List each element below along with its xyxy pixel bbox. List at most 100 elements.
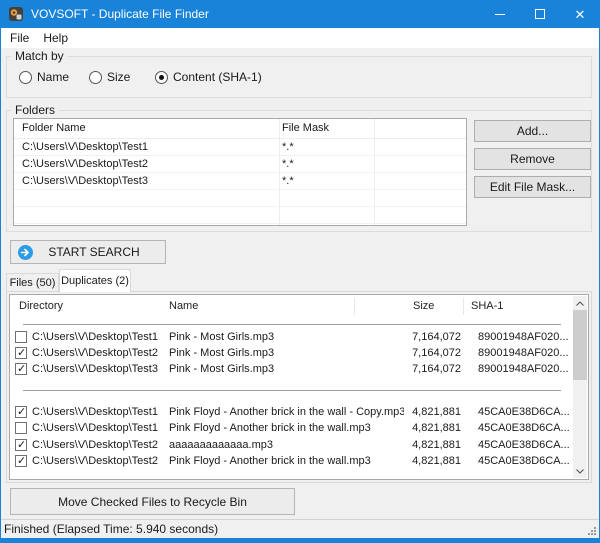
cell-directory: C:\Users\V\Desktop\Test3 xyxy=(32,363,158,375)
duplicate-row[interactable]: C:\Users\V\Desktop\Test1 Pink Floyd - An… xyxy=(10,405,574,421)
cell-size: 4,821,881 xyxy=(365,455,461,467)
vertical-scrollbar[interactable] xyxy=(573,296,587,478)
cell-name: Pink - Most Girls.mp3 xyxy=(169,363,274,375)
menu-file[interactable]: File xyxy=(3,28,36,48)
duplicates-panel: Directory Name Size SHA-1 C:\Users\V\Des… xyxy=(6,291,592,483)
duplicate-row[interactable]: C:\Users\V\Desktop\Test2 aaaaaaaaaaaaa.m… xyxy=(10,438,574,454)
minimize-button[interactable] xyxy=(480,0,520,28)
scroll-up-icon[interactable] xyxy=(573,296,587,310)
cell-directory: C:\Users\V\Desktop\Test2 xyxy=(32,347,158,359)
radio-size-label: Size xyxy=(107,70,130,84)
cell-size: 4,821,881 xyxy=(365,406,461,418)
scroll-down-icon[interactable] xyxy=(573,464,587,478)
maximize-button[interactable] xyxy=(520,0,560,28)
cell-directory: C:\Users\V\Desktop\Test2 xyxy=(32,439,158,451)
remove-folder-button[interactable]: Remove xyxy=(474,148,591,170)
duplicate-row[interactable]: C:\Users\V\Desktop\Test1 Pink Floyd - An… xyxy=(10,421,574,437)
menu-help[interactable]: Help xyxy=(36,28,75,48)
edit-file-mask-button[interactable]: Edit File Mask... xyxy=(474,176,591,198)
cell-directory: C:\Users\V\Desktop\Test1 xyxy=(32,406,158,418)
cell-directory: C:\Users\V\Desktop\Test1 xyxy=(32,422,158,434)
cell-sha1: 89001948AF020... xyxy=(478,347,569,359)
close-icon: ✕ xyxy=(575,8,586,21)
row-checkbox[interactable] xyxy=(15,331,27,343)
cell-sha1: 89001948AF020... xyxy=(478,331,569,343)
cell-size: 7,164,072 xyxy=(365,331,461,343)
app-icon xyxy=(8,6,24,22)
folders-group: Folders Folder Name File Mask C:\Users\V… xyxy=(6,110,592,232)
duplicate-row[interactable]: C:\Users\V\Desktop\Test3 Pink - Most Gir… xyxy=(10,362,574,378)
window-bottom-border xyxy=(0,538,600,543)
row-checkbox[interactable] xyxy=(15,439,27,451)
duplicate-row[interactable]: C:\Users\V\Desktop\Test1 Pink - Most Gir… xyxy=(10,330,574,346)
cell-name: Pink - Most Girls.mp3 xyxy=(169,347,274,359)
folders-col-folder-name: Folder Name xyxy=(22,122,86,134)
resize-grip[interactable] xyxy=(587,526,596,535)
app-window: VOVSOFT - Duplicate File Finder ✕ File H… xyxy=(0,0,600,543)
cell-directory: C:\Users\V\Desktop\Test2 xyxy=(32,455,158,467)
radio-name-label: Name xyxy=(37,70,69,84)
duplicates-list[interactable]: Directory Name Size SHA-1 C:\Users\V\Des… xyxy=(9,294,589,480)
maximize-icon xyxy=(535,9,545,19)
arrow-right-circle-icon xyxy=(18,245,33,260)
radio-content-sha1[interactable]: Content (SHA-1) xyxy=(155,70,262,84)
folder-row-empty xyxy=(14,190,466,207)
row-checkbox[interactable] xyxy=(15,406,27,418)
row-checkbox[interactable] xyxy=(15,455,27,467)
cell-sha1: 45CA0E38D6CA... xyxy=(478,406,570,418)
titlebar-buttons: ✕ xyxy=(480,0,600,28)
radio-content-circle-icon xyxy=(155,71,168,84)
folder-path: C:\Users\V\Desktop\Test3 xyxy=(22,175,148,187)
row-checkbox[interactable] xyxy=(15,347,27,359)
cell-name: Pink Floyd - Another brick in the wall.m… xyxy=(169,422,371,434)
folder-row[interactable]: C:\Users\V\Desktop\Test1 *.* xyxy=(14,139,466,156)
window-title: VOVSOFT - Duplicate File Finder xyxy=(31,7,209,21)
folders-table-header: Folder Name File Mask xyxy=(14,119,466,139)
folder-row[interactable]: C:\Users\V\Desktop\Test2 *.* xyxy=(14,156,466,173)
status-text: Finished (Elapsed Time: 5.940 seconds) xyxy=(4,522,218,536)
duplicate-row[interactable]: C:\Users\V\Desktop\Test2 Pink Floyd - An… xyxy=(10,454,574,470)
col-directory[interactable]: Directory xyxy=(19,300,63,312)
folders-table[interactable]: Folder Name File Mask C:\Users\V\Desktop… xyxy=(13,118,467,226)
cell-name: Pink Floyd - Another brick in the wall.m… xyxy=(169,455,371,467)
radio-name[interactable]: Name xyxy=(19,70,69,84)
folder-row[interactable]: C:\Users\V\Desktop\Test3 *.* xyxy=(14,173,466,190)
radio-size-circle-icon xyxy=(89,71,102,84)
column-divider xyxy=(463,298,464,315)
col-size[interactable]: Size xyxy=(413,300,434,312)
move-to-recycle-bin-button[interactable]: Move Checked Files to Recycle Bin xyxy=(10,488,295,515)
radio-name-circle-icon xyxy=(19,71,32,84)
cell-sha1: 45CA0E38D6CA... xyxy=(478,455,570,467)
row-checkbox[interactable] xyxy=(15,363,27,375)
scrollbar-thumb[interactable] xyxy=(573,310,587,380)
col-name[interactable]: Name xyxy=(169,300,198,312)
col-sha1[interactable]: SHA-1 xyxy=(471,300,503,312)
status-bar: Finished (Elapsed Time: 5.940 seconds) xyxy=(0,519,600,538)
tab-files[interactable]: Files (50) xyxy=(6,273,59,291)
minimize-icon xyxy=(495,14,505,15)
add-folder-button[interactable]: Add... xyxy=(474,120,591,142)
radio-size[interactable]: Size xyxy=(89,70,130,84)
column-divider xyxy=(354,298,355,315)
tab-duplicates[interactable]: Duplicates (2) xyxy=(59,269,131,292)
duplicate-row[interactable]: C:\Users\V\Desktop\Test2 Pink - Most Gir… xyxy=(10,346,574,362)
file-mask: *.* xyxy=(282,175,294,187)
row-checkbox[interactable] xyxy=(15,422,27,434)
radio-content-label: Content (SHA-1) xyxy=(173,70,262,84)
cell-sha1: 45CA0E38D6CA... xyxy=(478,439,570,451)
cell-directory: C:\Users\V\Desktop\Test1 xyxy=(32,331,158,343)
cell-name: Pink - Most Girls.mp3 xyxy=(169,331,274,343)
group-separator xyxy=(23,390,561,391)
file-mask: *.* xyxy=(282,141,294,153)
match-by-label: Match by xyxy=(11,49,68,63)
group-separator xyxy=(23,324,561,325)
titlebar[interactable]: VOVSOFT - Duplicate File Finder ✕ xyxy=(0,0,600,28)
file-mask: *.* xyxy=(282,158,294,170)
folder-row-empty xyxy=(14,207,466,224)
cell-sha1: 45CA0E38D6CA... xyxy=(478,422,570,434)
cell-size: 7,164,072 xyxy=(365,347,461,359)
menubar: File Help xyxy=(0,28,600,48)
cell-name: aaaaaaaaaaaaa.mp3 xyxy=(169,439,273,451)
close-button[interactable]: ✕ xyxy=(560,0,600,28)
start-search-button[interactable]: START SEARCH xyxy=(10,240,166,264)
